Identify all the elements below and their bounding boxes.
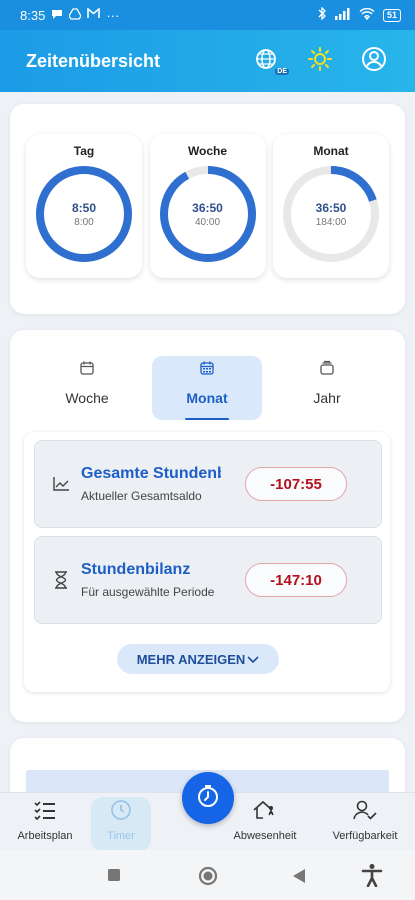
week-ring-card[interactable]: Woche 36:50 40:00 — [149, 134, 266, 278]
tab-month[interactable]: Monat — [152, 356, 262, 420]
ring-label: Tag — [73, 144, 95, 158]
progress-ring: 36:50 184:00 — [281, 164, 381, 264]
wifi-icon — [359, 7, 375, 23]
total-balance-row[interactable]: Gesamte Stundenbi Aktueller Gesamtsaldo … — [34, 440, 382, 528]
ring-label: Woche — [187, 144, 228, 158]
progress-ring: 36:50 40:00 — [158, 164, 258, 264]
calendar-week-icon — [79, 358, 95, 378]
tab-label: Jahr — [313, 390, 341, 406]
drive-icon — [68, 7, 83, 23]
ring-value: 8:50 — [71, 200, 97, 215]
ring-target: 40:00 — [194, 216, 221, 228]
clock-icon — [110, 799, 132, 826]
signal-icon — [334, 7, 351, 23]
active-tab-indicator — [185, 418, 229, 420]
more-notifications-indicator: ··· — [106, 7, 120, 23]
hourglass-icon — [41, 571, 81, 589]
sun-theme-icon — [307, 46, 333, 77]
ring-value: 36:50 — [315, 200, 347, 215]
tab-week[interactable]: Woche — [32, 356, 142, 420]
ring-target: 184:00 — [315, 216, 347, 228]
month-ring-card[interactable]: Monat 36:50 184:00 — [273, 134, 389, 278]
calendar-year-icon — [319, 358, 335, 378]
nav-label: Verfügbarkeit — [332, 830, 398, 842]
theme-toggle-button[interactable] — [305, 46, 335, 76]
accessibility-button[interactable] — [361, 863, 383, 892]
ring-target: 8:00 — [74, 216, 94, 228]
start-timer-fab[interactable] — [182, 772, 234, 824]
calendar-month-icon — [199, 358, 215, 378]
app-bar: Zeitenübersicht DE — [0, 30, 415, 92]
balance-card: Woche Monat Jahr Gesamte Stundenbi Aktue… — [10, 330, 405, 722]
balance-list: Gesamte Stundenbi Aktueller Gesamtsaldo … — [24, 432, 390, 692]
nav-item-arbeitsplan[interactable]: Arbeitsplan — [4, 799, 86, 842]
trend-chart-icon — [41, 476, 81, 492]
nav-item-verfuegbarkeit[interactable]: Verfügbarkeit — [324, 799, 406, 842]
status-bar: 8:35 ··· 51 — [0, 0, 415, 30]
account-icon — [361, 46, 387, 77]
back-button[interactable] — [292, 868, 306, 889]
show-more-label: MEHR ANZEIGEN — [136, 651, 246, 667]
row-title: Gesamte Stundenbi — [81, 465, 221, 482]
row-subtitle: Für ausgewählte Periode — [81, 585, 215, 599]
recent-apps-button[interactable] — [107, 868, 121, 887]
language-button[interactable]: DE — [251, 46, 289, 76]
battery-icon: 51 — [382, 8, 401, 22]
person-check-icon — [352, 799, 378, 826]
row-title: Stundenbilanz — [81, 561, 191, 578]
account-button[interactable] — [359, 46, 389, 76]
day-ring-card[interactable]: Tag 8:50 8:00 — [26, 134, 142, 278]
chat-bubble-icon — [51, 8, 63, 23]
tab-label: Woche — [65, 390, 109, 406]
nav-item-timer[interactable]: Timer — [80, 797, 162, 851]
ring-label: Monat — [313, 144, 349, 158]
row-subtitle: Aktueller Gesamtsaldo — [81, 489, 202, 503]
nav-item-abwesenheit[interactable]: Abwesenheit — [224, 799, 306, 842]
checklist-icon — [33, 799, 57, 826]
time-summary-card: Tag 8:50 8:00 Woche 36:50 40:00 Monat 36… — [10, 104, 405, 314]
ring-value: 36:50 — [192, 200, 223, 215]
nav-label: Abwesenheit — [233, 830, 297, 842]
language-badge: DE — [275, 68, 289, 75]
tab-label: Monat — [186, 390, 228, 406]
page-title: Zeitenübersicht — [26, 50, 161, 71]
show-more-button[interactable]: MEHR ANZEIGEN — [117, 644, 279, 674]
bluetooth-icon — [317, 6, 327, 23]
system-navigation-bar — [0, 850, 415, 900]
nav-label: Timer — [107, 830, 135, 842]
chevron-down-icon — [247, 652, 259, 667]
house-walk-icon — [252, 799, 278, 826]
home-button[interactable] — [198, 866, 218, 891]
period-tabs: Woche Monat Jahr — [32, 356, 382, 420]
period-balance-row[interactable]: Stundenbilanz Für ausgewählte Periode -1… — [34, 536, 382, 624]
tab-year[interactable]: Jahr — [272, 356, 382, 420]
balance-value-badge: -147:10 — [245, 563, 347, 597]
nav-label: Arbeitsplan — [17, 830, 73, 842]
status-time: 8:35 — [20, 7, 46, 23]
stopwatch-icon — [195, 783, 221, 814]
progress-ring: 8:50 8:00 — [34, 164, 134, 264]
balance-value-badge: -107:55 — [245, 467, 347, 501]
gmail-icon — [87, 7, 101, 22]
